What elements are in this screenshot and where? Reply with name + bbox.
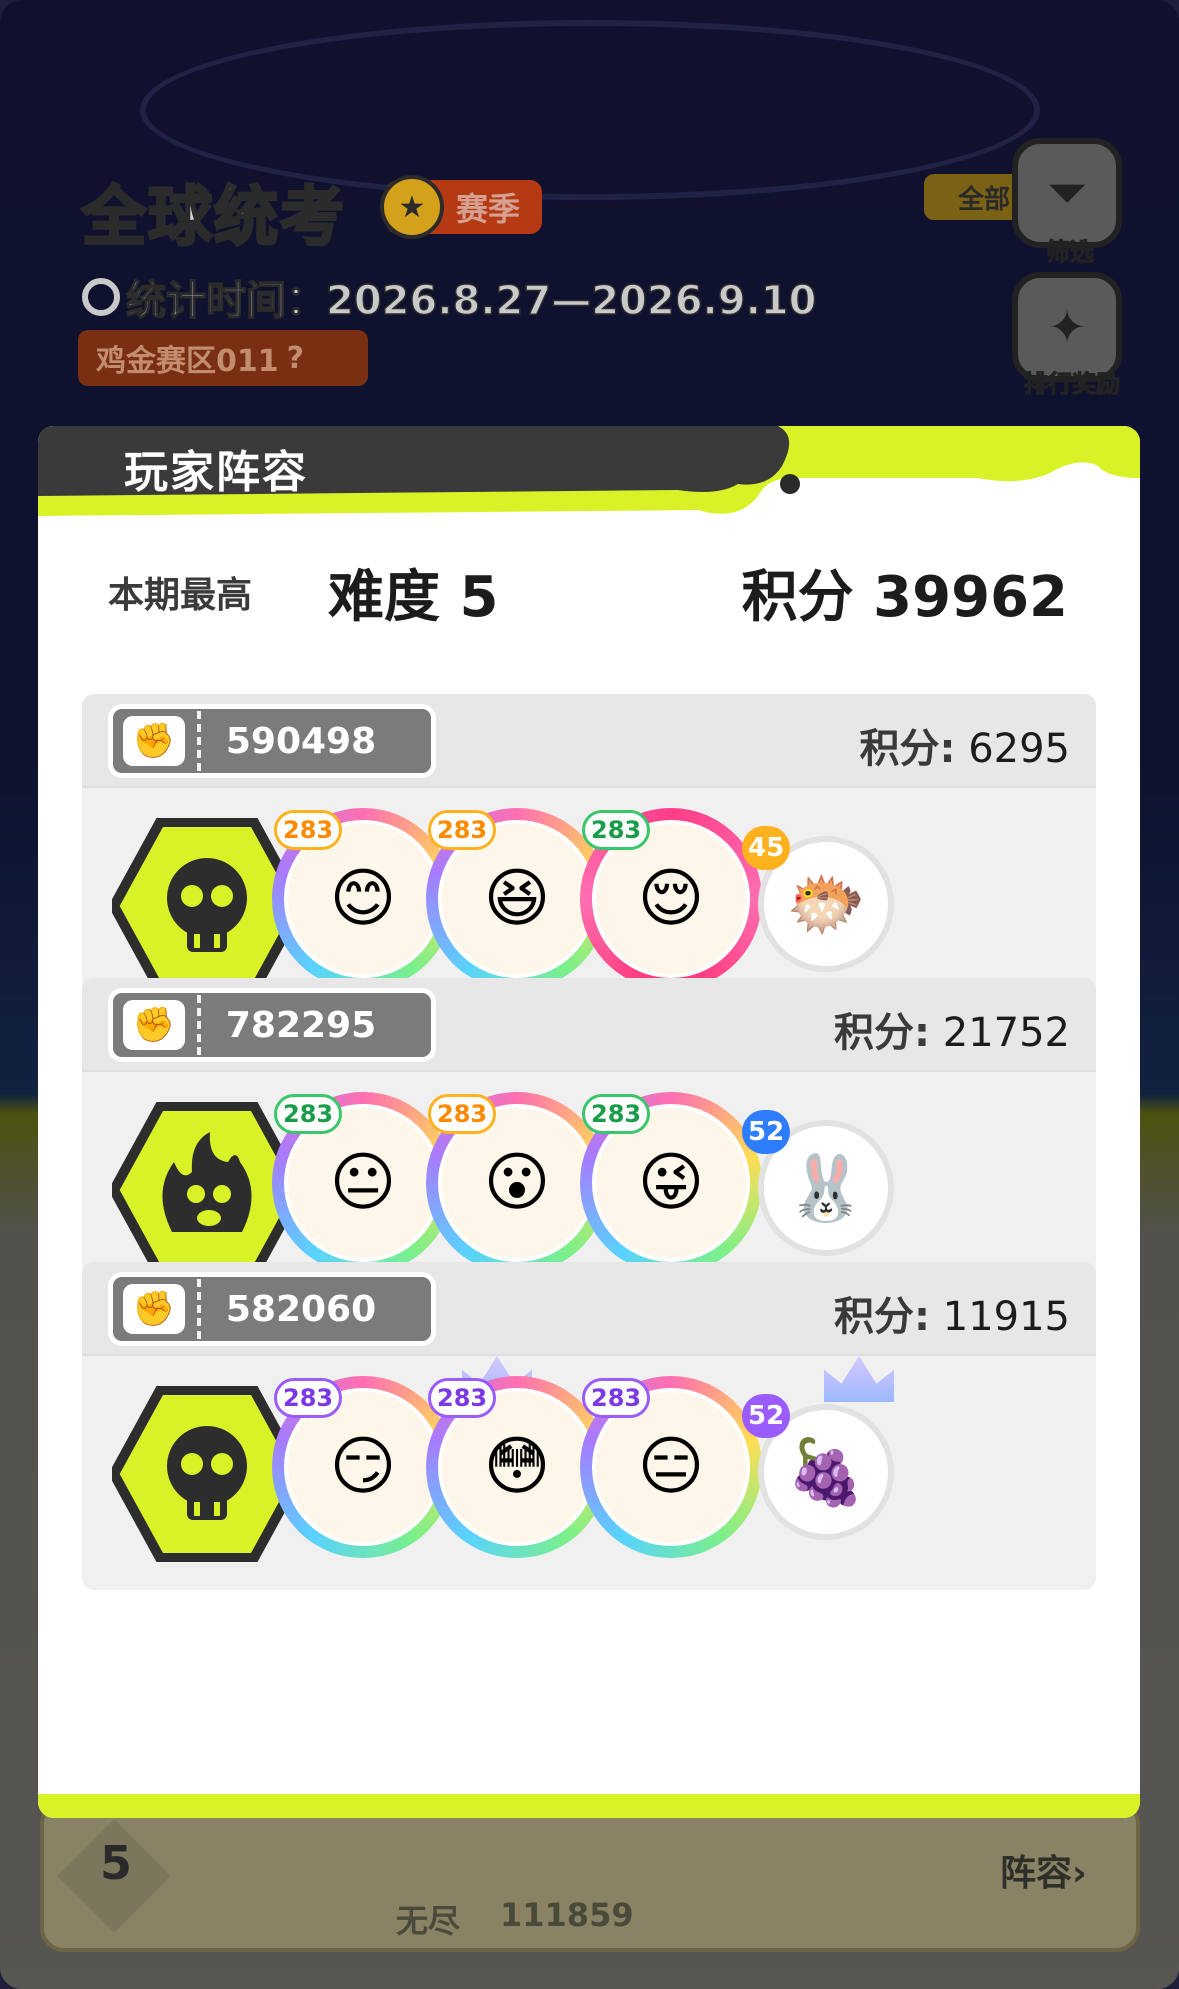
clock-icon: [82, 278, 120, 316]
team-score-value: 6295: [968, 726, 1070, 772]
hero-level-badge: 283: [582, 1094, 651, 1134]
hero-level-badge: 283: [428, 1094, 497, 1134]
page-title: 全球统考: [81, 180, 346, 257]
season-label: 赛季: [456, 190, 521, 228]
team-card-header: ✊ 590498 积分: 6295: [82, 694, 1096, 788]
hero-level-badge: 283: [428, 1378, 497, 1418]
ticket-divider: [197, 711, 201, 771]
crown-icon: [824, 1356, 894, 1402]
filter-label: 筛选: [1046, 238, 1095, 267]
pet-level-badge: 52: [742, 1394, 791, 1438]
hero-level-badge: 283: [582, 1378, 651, 1418]
zone-tag[interactable]: 鸡金赛区011 ?: [78, 330, 368, 386]
fist-icon: ✊: [123, 1000, 185, 1050]
modal-title: 玩家阵容: [124, 447, 308, 498]
trophy-icon: ✦: [1047, 300, 1087, 354]
row-lineup-label: 阵容: [1000, 1853, 1073, 1894]
team-score: 积分: 11915: [834, 1284, 1070, 1342]
row-mode: 无尽: [396, 1902, 461, 1940]
period-best-label: 本期最高: [108, 575, 253, 616]
team-score-value: 21752: [942, 1010, 1070, 1056]
ticket-divider: [197, 995, 201, 1055]
team-score: 积分: 21752: [834, 1000, 1070, 1058]
team-id: 782295: [225, 1004, 377, 1046]
fist-icon: ✊: [123, 716, 185, 766]
hero-level-badge: 283: [274, 810, 343, 850]
team-score: 积分: 6295: [859, 716, 1070, 774]
hero-avatar[interactable]: 😑 283: [580, 1376, 762, 1558]
row-lineup-button[interactable]: 阵容›: [1000, 1844, 1087, 1896]
hero-level-badge: 283: [428, 810, 497, 850]
modal-header: 玩家阵容: [38, 426, 1140, 522]
fist-icon: ✊: [123, 1284, 185, 1334]
team-card-header: ✊ 582060 积分: 11915: [82, 1262, 1096, 1356]
team-id-ticket: ✊ 590498: [108, 704, 436, 778]
player-lineup-modal: 玩家阵容 本期最高 难度 5 积分 39962 ✊ 590498 积分: 629…: [38, 426, 1140, 1818]
score-key: 积分:: [834, 1010, 931, 1056]
stat-time-text: 统计时间：2026.8.27—2026.9.10: [125, 277, 817, 325]
team-id-ticket: ✊ 782295: [108, 988, 436, 1062]
period-best-summary: 本期最高 难度 5 积分 39962: [38, 556, 1140, 636]
funnel-icon: ⏷: [1048, 165, 1086, 219]
score-key: 积分:: [834, 1294, 931, 1340]
stat-time-line: 统计时间：2026.8.27—2026.9.10: [82, 268, 817, 326]
team-card: ✊ 582060 积分: 11915 😏 283 😳 283 😑 283 🍇 5…: [82, 1262, 1096, 1590]
score-key: 积分:: [859, 726, 956, 772]
pet-level-badge: 45: [742, 826, 791, 870]
rank-reward-label: 排行奖励: [1024, 370, 1121, 399]
rank-number: 5: [100, 1836, 133, 1890]
season-tag[interactable]: ★ 赛季: [380, 175, 542, 239]
chevron-right-icon: ›: [1072, 1853, 1087, 1894]
team-card: ✊ 590498 积分: 6295 😊 283 😆 283 😌 283 🐡 45: [82, 694, 1096, 1022]
team-score-value: 11915: [942, 1294, 1070, 1340]
hero-level-badge: 283: [274, 1378, 343, 1418]
best-difficulty: 难度 5: [328, 565, 499, 630]
hero-avatar[interactable]: 😌 283: [580, 808, 762, 990]
ticket-divider: [197, 1279, 201, 1339]
team-id: 590498: [225, 720, 377, 762]
team-card-header: ✊ 782295 积分: 21752: [82, 978, 1096, 1072]
zone-text: 鸡金赛区011: [96, 344, 279, 379]
hero-avatar[interactable]: 😜 283: [580, 1092, 762, 1274]
hero-level-badge: 283: [274, 1094, 343, 1134]
best-score: 积分 39962: [741, 565, 1068, 630]
team-id: 582060: [225, 1288, 377, 1330]
row-score: 111859: [500, 1896, 634, 1934]
team-id-ticket: ✊ 582060: [108, 1272, 436, 1346]
help-icon[interactable]: ?: [287, 341, 304, 376]
pet-level-badge: 52: [742, 1110, 791, 1154]
hero-level-badge: 283: [582, 810, 651, 850]
modal-bottom-accent: [38, 1794, 1140, 1818]
star-icon: ★: [380, 175, 444, 239]
team-card: ✊ 782295 积分: 21752 😐 283 😮 283 😜 283 🐰 5…: [82, 978, 1096, 1306]
